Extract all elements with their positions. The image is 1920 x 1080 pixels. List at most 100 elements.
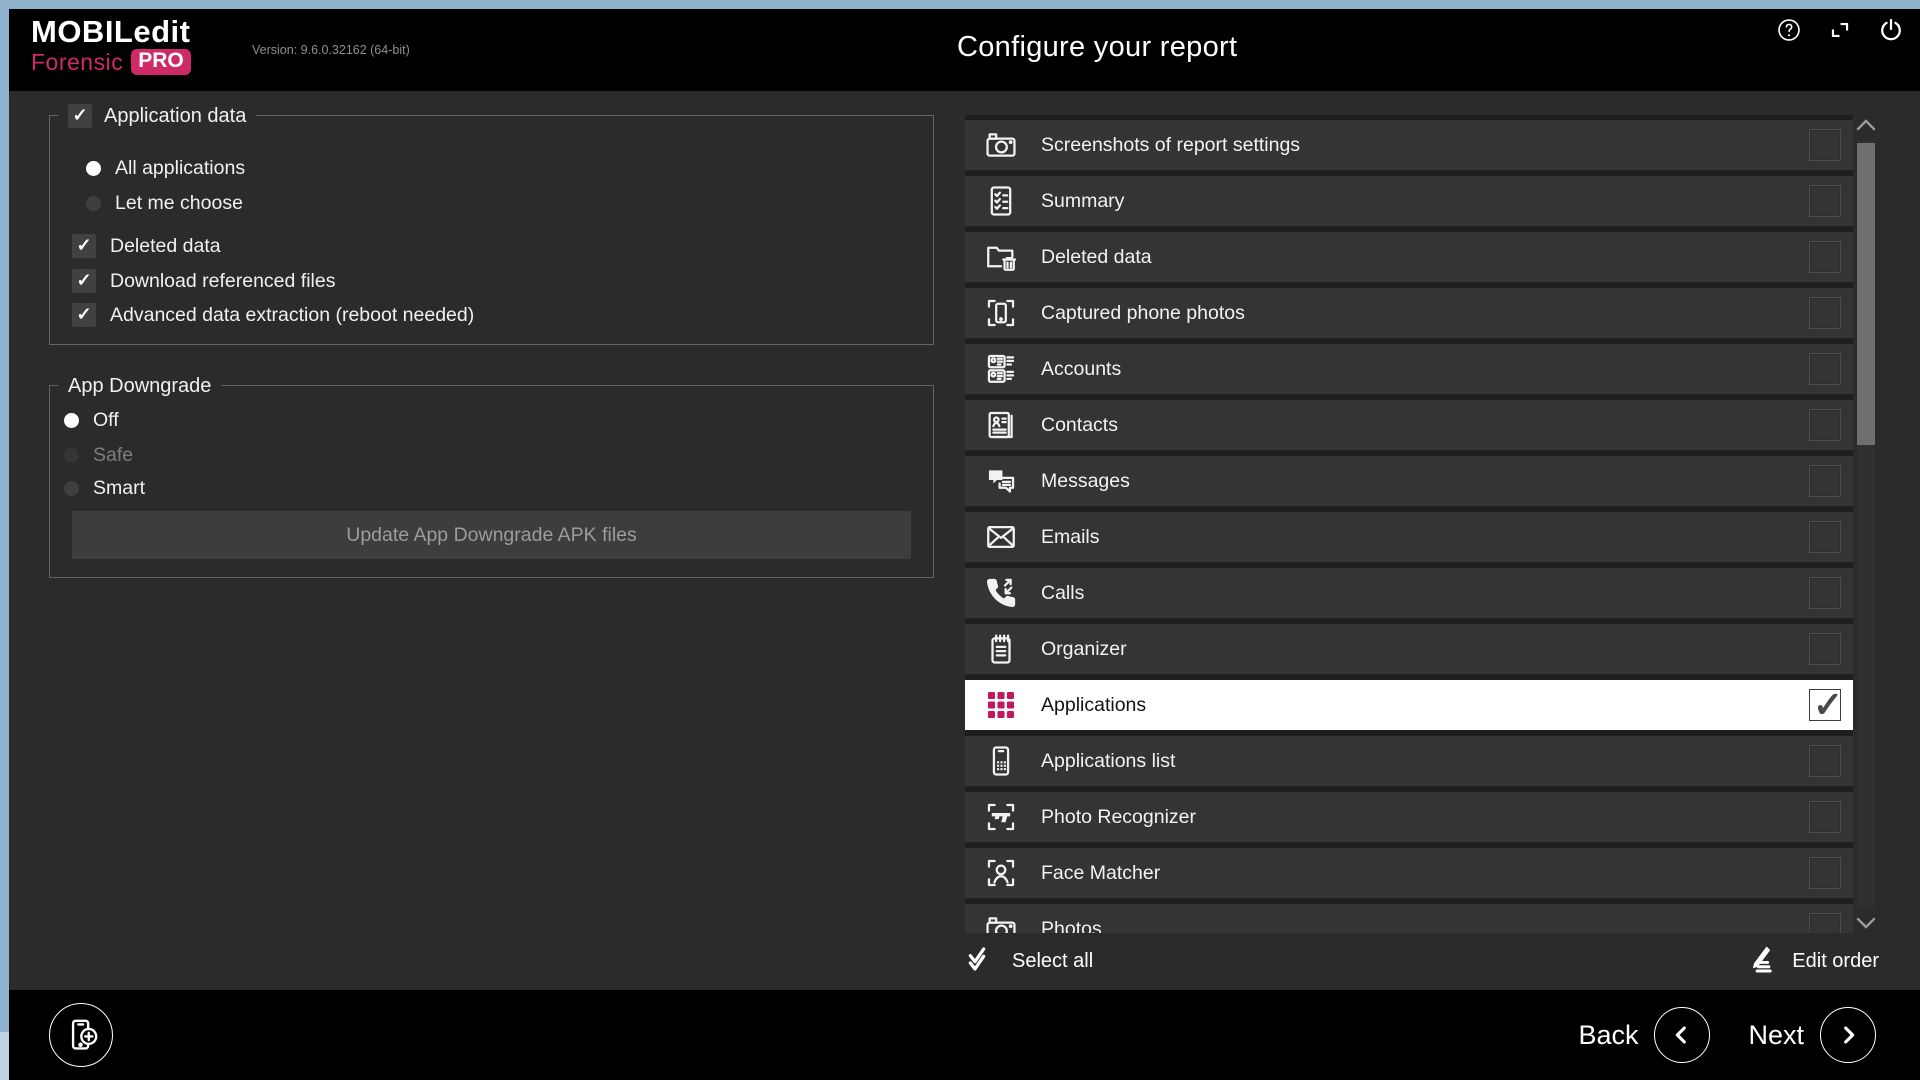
report-item-contacts[interactable]: Contacts — [965, 400, 1853, 450]
edit-order-icon — [1745, 943, 1777, 981]
report-item-face-matcher[interactable]: Face Matcher — [965, 848, 1853, 898]
phone-add-icon — [62, 1016, 100, 1054]
app-downgrade-label: App Downgrade — [68, 375, 211, 398]
report-item-checkbox[interactable] — [1809, 521, 1841, 553]
report-item-label: Photo Recognizer — [1041, 806, 1196, 829]
scrollbar-track[interactable] — [1857, 141, 1875, 907]
report-item-accounts[interactable]: Accounts — [965, 344, 1853, 394]
desktop-corner — [0, 1032, 9, 1080]
envelope-icon — [983, 519, 1019, 555]
radio-dot — [64, 413, 79, 428]
connect-device-button[interactable] — [49, 1003, 113, 1067]
edit-order-button[interactable]: Edit order — [1745, 943, 1879, 981]
back-label: Back — [1578, 1020, 1638, 1051]
report-item-label: Calls — [1041, 582, 1084, 605]
scrollbar-thumb[interactable] — [1857, 143, 1875, 445]
application-data-checkbox[interactable]: ✓ — [68, 104, 92, 128]
list-footer: Select all Edit order — [965, 933, 1879, 990]
report-item-label: Screenshots of report settings — [1041, 134, 1300, 157]
report-item-label: Captured phone photos — [1041, 302, 1245, 325]
radio-dot — [86, 161, 101, 176]
app-footer: Back Next — [9, 990, 1920, 1080]
list-scrollbar — [1857, 115, 1875, 933]
scroll-up-icon[interactable] — [1854, 115, 1878, 135]
update-apk-button[interactable]: Update App Downgrade APK files — [72, 511, 911, 559]
camera-icon — [983, 911, 1019, 933]
camera-icon — [983, 127, 1019, 163]
radio-label: Let me choose — [115, 192, 243, 215]
select-all-button[interactable]: Select all — [965, 943, 1093, 981]
power-icon[interactable] — [1877, 16, 1904, 43]
scroll-down-icon[interactable] — [1854, 913, 1878, 933]
radio-off[interactable]: Off — [64, 409, 119, 432]
report-item-checkbox[interactable] — [1809, 745, 1841, 777]
report-item-checkbox[interactable] — [1809, 185, 1841, 217]
radio-smart[interactable]: Smart — [64, 477, 145, 500]
report-sections-list: Screenshots of report settings Summary Del… — [965, 115, 1853, 933]
desktop-background: MOBILedit Forensic PRO Version: 9.6.0.32… — [0, 0, 1920, 1080]
radio-all-applications[interactable]: All applications — [86, 157, 245, 180]
main-content: ✓ Application data All applications Let … — [9, 91, 1920, 990]
checkbox-download-referenced-files[interactable]: ✓ Download referenced files — [72, 269, 335, 293]
report-item-checkbox[interactable] — [1809, 801, 1841, 833]
version-label: Version: 9.6.0.32162 (64-bit) — [252, 43, 410, 57]
checkbox-deleted-data[interactable]: ✓ Deleted data — [72, 234, 221, 258]
report-item-photos[interactable]: Photos — [965, 904, 1853, 933]
contact-book-icon — [983, 407, 1019, 443]
report-item-captured-phone-photos[interactable]: Captured phone photos — [965, 288, 1853, 338]
radio-label: Off — [93, 409, 119, 432]
report-item-applications[interactable]: Applications✓ — [965, 680, 1853, 730]
app-window: MOBILedit Forensic PRO Version: 9.6.0.32… — [9, 9, 1920, 1080]
report-item-checkbox[interactable] — [1809, 633, 1841, 665]
report-item-checkbox[interactable] — [1809, 241, 1841, 273]
report-item-messages[interactable]: Messages — [965, 456, 1853, 506]
folder-trash-icon — [983, 239, 1019, 275]
report-item-checkbox[interactable] — [1809, 409, 1841, 441]
notepad-icon — [983, 631, 1019, 667]
report-item-checkbox[interactable] — [1809, 297, 1841, 329]
report-item-calls[interactable]: Calls — [965, 568, 1853, 618]
wizard-navigation: Back Next — [1578, 990, 1876, 1080]
chevron-right-icon — [1820, 1007, 1876, 1063]
checkbox-label: Download referenced files — [110, 270, 335, 293]
report-item-emails[interactable]: Emails — [965, 512, 1853, 562]
next-button[interactable]: Next — [1748, 1007, 1876, 1063]
checkbox-box: ✓ — [72, 269, 96, 293]
app-header: MOBILedit Forensic PRO Version: 9.6.0.32… — [9, 9, 1920, 91]
report-item-label: Messages — [1041, 470, 1130, 493]
application-data-group: ✓ Application data All applications Let … — [49, 115, 934, 345]
checkbox-label: Deleted data — [110, 235, 221, 258]
app-grid-icon — [983, 687, 1019, 723]
report-item-checkbox[interactable] — [1809, 857, 1841, 889]
back-button[interactable]: Back — [1578, 1007, 1710, 1063]
report-item-checkbox[interactable] — [1809, 577, 1841, 609]
radio-dot — [86, 196, 101, 211]
window-controls — [1775, 16, 1904, 43]
report-item-applications-list[interactable]: Applications list — [965, 736, 1853, 786]
edit-order-label: Edit order — [1792, 950, 1879, 973]
restore-window-icon[interactable] — [1826, 16, 1853, 43]
radio-safe[interactable]: Safe — [64, 444, 133, 467]
logo-subtitle: Forensic — [31, 50, 123, 75]
chat-bubbles-icon — [983, 463, 1019, 499]
radio-let-me-choose[interactable]: Let me choose — [86, 192, 243, 215]
phone-capture-icon — [983, 295, 1019, 331]
chevron-left-icon — [1654, 1007, 1710, 1063]
help-icon[interactable] — [1775, 16, 1802, 43]
gun-capture-icon — [983, 799, 1019, 835]
checkbox-advanced-data-extraction[interactable]: ✓ Advanced data extraction (reboot neede… — [72, 303, 474, 327]
report-item-summary[interactable]: Summary — [965, 176, 1853, 226]
report-item-deleted-data[interactable]: Deleted data — [965, 232, 1853, 282]
report-item-checkbox[interactable] — [1809, 353, 1841, 385]
radio-label: All applications — [115, 157, 245, 180]
report-item-checkbox[interactable] — [1809, 465, 1841, 497]
report-item-screenshots-of-report-settings[interactable]: Screenshots of report settings — [965, 120, 1853, 170]
report-item-checkbox[interactable] — [1809, 129, 1841, 161]
report-item-checkbox[interactable] — [1809, 913, 1841, 933]
report-item-photo-recognizer[interactable]: Photo Recognizer — [965, 792, 1853, 842]
report-item-label: Contacts — [1041, 414, 1118, 437]
report-item-organizer[interactable]: Organizer — [965, 624, 1853, 674]
report-item-checkbox[interactable]: ✓ — [1809, 689, 1841, 721]
radio-dot — [64, 481, 79, 496]
report-item-label: Organizer — [1041, 638, 1127, 661]
